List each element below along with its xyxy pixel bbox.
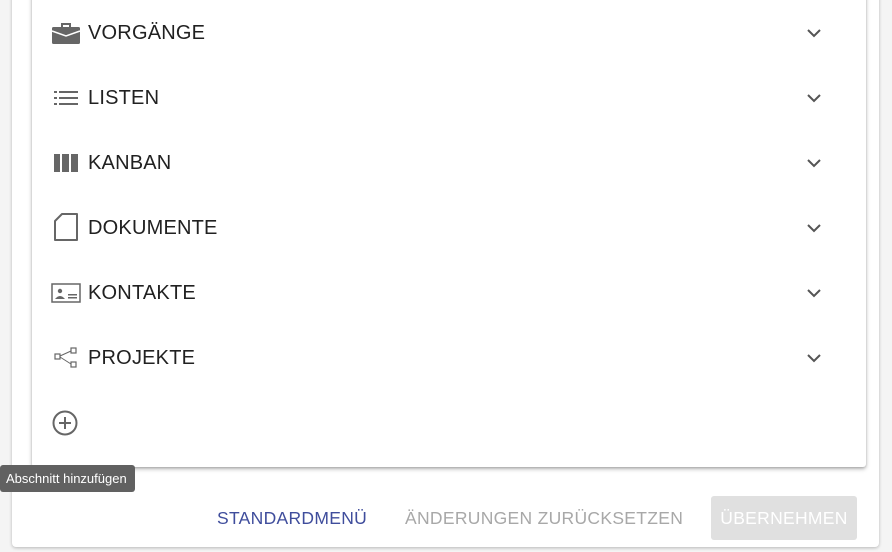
list-icon [50,85,82,111]
add-section-tooltip: Abschnitt hinzufügen [0,465,135,492]
section-row-projekte[interactable]: PROJEKTE [32,332,866,384]
section-row-kontakte[interactable]: KONTAKTE [32,267,866,319]
briefcase-icon [50,20,82,46]
project-tree-icon [50,345,82,371]
chevron-down-icon[interactable] [804,23,824,43]
section-label: VORGÄNGE [88,22,206,44]
section-row-kanban[interactable]: KANBAN [32,137,866,189]
section-label: DOKUMENTE [88,217,218,239]
document-icon [50,213,82,241]
kanban-icon [50,150,82,176]
section-label: KANBAN [88,152,172,174]
chevron-down-icon[interactable] [804,153,824,173]
section-row-vorgaenge[interactable]: VORGÄNGE [32,7,866,59]
chevron-down-icon[interactable] [804,348,824,368]
default-menu-button[interactable]: STANDARDMENÜ [217,496,367,540]
section-label: LISTEN [88,87,160,109]
section-label: KONTAKTE [88,282,196,304]
chevron-down-icon[interactable] [804,218,824,238]
sections-card: VORGÄNGE LISTEN KANBAN DOKUMENTE KONTAKT… [32,0,866,467]
chevron-down-icon[interactable] [804,283,824,303]
add-section-button[interactable] [50,410,80,440]
add-circle-icon [51,409,79,442]
reset-changes-button[interactable]: ÄNDERUNGEN ZURÜCKSETZEN [405,496,683,540]
section-row-dokumente[interactable]: DOKUMENTE [32,202,866,254]
apply-button[interactable]: ÜBERNEHMEN [711,496,857,540]
section-row-listen[interactable]: LISTEN [32,72,866,124]
contact-card-icon [50,280,82,306]
section-label: PROJEKTE [88,347,196,369]
chevron-down-icon[interactable] [804,88,824,108]
